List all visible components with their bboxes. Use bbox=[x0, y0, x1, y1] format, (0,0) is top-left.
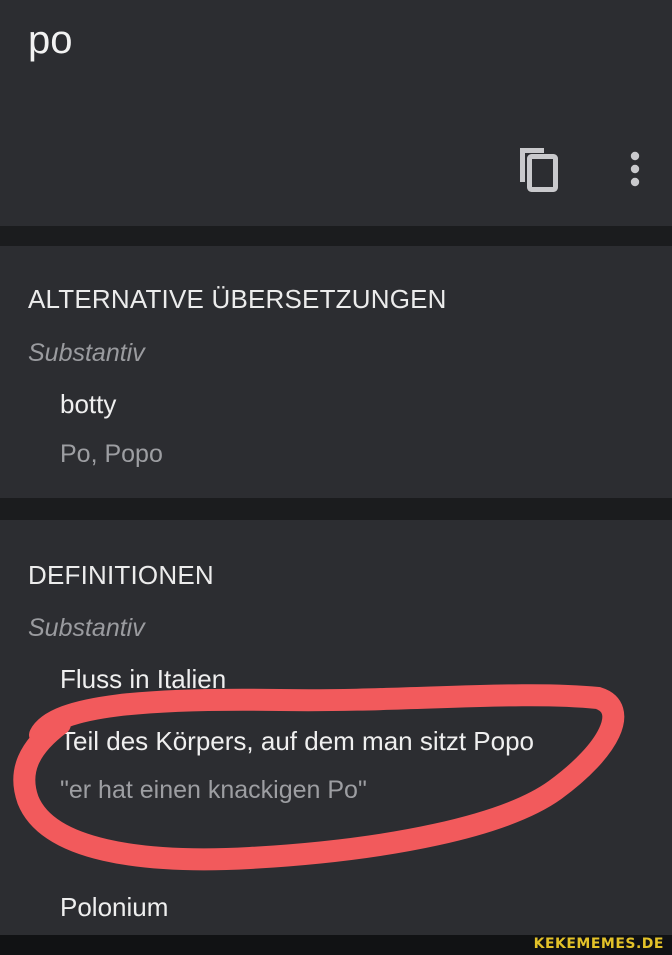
definition-item: Teil des Körpers, auf dem man sitzt Popo bbox=[60, 726, 535, 756]
copy-button[interactable] bbox=[514, 144, 564, 196]
alternative-translations-card: ALTERNATIVE ÜBERSETZUNGEN Substantiv bot… bbox=[0, 246, 672, 498]
source-word: po bbox=[28, 18, 73, 62]
back-translations: Po, Popo bbox=[60, 440, 163, 468]
alternative-word[interactable]: botty bbox=[60, 389, 116, 420]
separator bbox=[0, 226, 672, 246]
watermark: KEKEMEMES.DE bbox=[533, 936, 664, 952]
more-options-button[interactable] bbox=[618, 146, 652, 194]
section-title-alternatives: ALTERNATIVE ÜBERSETZUNGEN bbox=[28, 284, 447, 314]
definition-item: Fluss in Italien bbox=[60, 664, 227, 694]
section-title-definitions: DEFINITIONEN bbox=[28, 560, 214, 590]
definition-item: Polonium bbox=[60, 892, 169, 922]
part-of-speech: Substantiv bbox=[28, 339, 145, 367]
part-of-speech: Substantiv bbox=[28, 614, 145, 642]
definitions-card: DEFINITIONEN Substantiv Fluss in Italien… bbox=[0, 520, 672, 935]
copy-icon bbox=[520, 148, 558, 192]
translation-header: po bbox=[0, 0, 672, 226]
more-vert-icon bbox=[630, 151, 640, 187]
definition-example: "er hat einen knackigen Po" bbox=[60, 776, 367, 804]
